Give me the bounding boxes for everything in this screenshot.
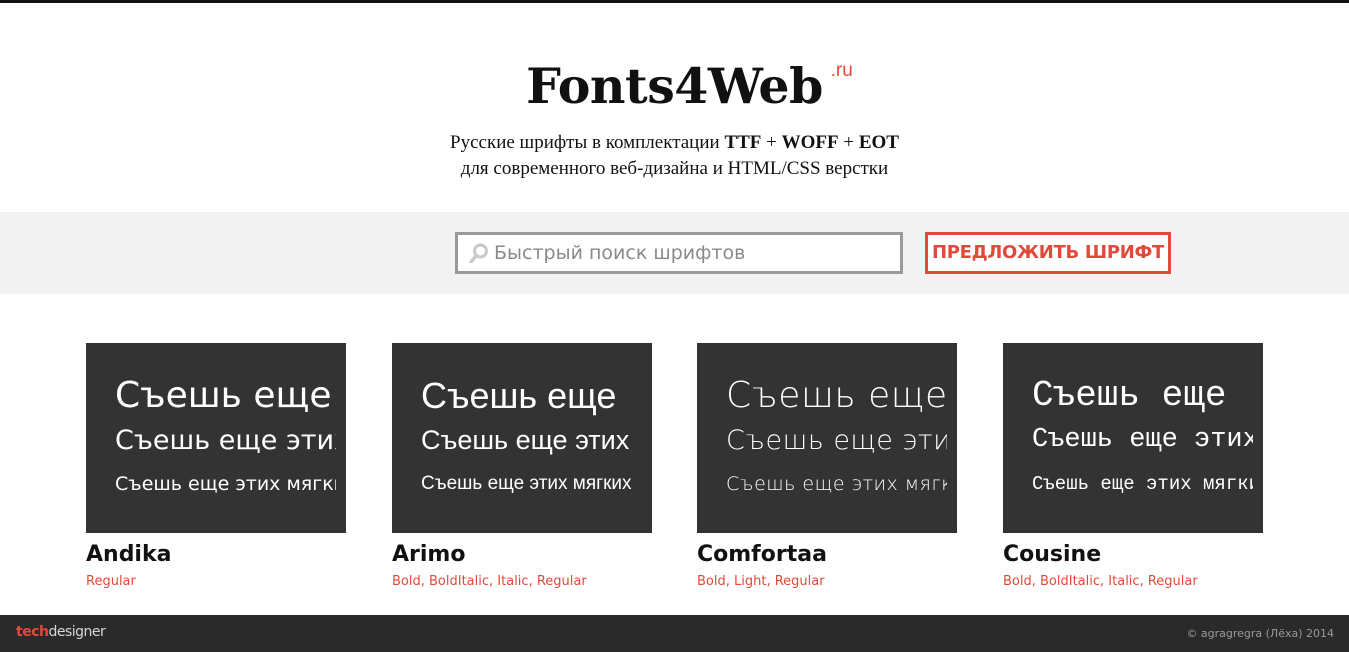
style-link[interactable]: Bold <box>697 574 726 589</box>
footer: techdesigner © agragregra (Лёха) 2014 <box>0 615 1349 652</box>
footer-logo-designer: designer <box>48 624 106 640</box>
preview-line-small: Съешь еще этих мягких <box>421 473 632 494</box>
search-icon <box>469 243 488 263</box>
preview-line-large: Съешь еще <box>726 375 947 416</box>
preview-line-medium: Съешь еще этих <box>115 425 336 456</box>
style-link[interactable]: Italic <box>1108 574 1139 589</box>
style-link[interactable]: Italic <box>497 574 528 589</box>
footer-logo-tech: tech <box>16 624 49 640</box>
plus-sign: + <box>766 132 777 153</box>
format-woff: WOFF <box>781 132 839 153</box>
suggest-font-button[interactable]: ПРЕДЛОЖИТЬ ШРИФТ <box>925 232 1171 274</box>
font-name-link[interactable]: Arimo <box>392 542 652 568</box>
font-preview[interactable]: Съешь еще Съешь еще этих Съешь еще этих … <box>1003 343 1263 533</box>
page: Fonts4Web .ru Русские шрифты в комплекта… <box>0 0 1349 652</box>
search-band: ПРЕДЛОЖИТЬ ШРИФТ <box>0 212 1349 294</box>
font-card-andika: Съешь еще Съешь еще этих Съешь еще этих … <box>86 343 346 589</box>
font-preview[interactable]: Съешь еще Съешь еще этих Съешь еще этих … <box>86 343 346 533</box>
font-styles: Bold, BoldItalic, Italic, Regular <box>1003 574 1198 589</box>
format-ttf: TTF <box>724 132 762 153</box>
tagline-line-1: Русские шрифты в комплектации TTF + WOFF… <box>0 130 1349 156</box>
font-card-cousine: Съешь еще Съешь еще этих Съешь еще этих … <box>1003 343 1263 589</box>
font-styles: Regular <box>86 574 346 589</box>
logo-text: Fonts4Web <box>526 57 823 115</box>
font-styles: Bold, Light, Regular <box>697 574 825 589</box>
style-link[interactable]: Regular <box>537 574 587 589</box>
preview-line-medium: Съешь еще этих <box>421 425 630 455</box>
search-box[interactable] <box>455 232 903 274</box>
preview-line-medium: Съешь еще этих <box>1032 425 1253 455</box>
style-link[interactable]: Bold <box>392 574 421 589</box>
font-preview[interactable]: Съешь еще Съешь еще этих Съешь еще этих … <box>392 343 652 533</box>
style-link[interactable]: Regular <box>86 574 136 589</box>
style-link[interactable]: Regular <box>775 574 825 589</box>
preview-line-small: Съешь еще этих мягких <box>115 473 336 495</box>
copyright: © agragregra (Лёха) 2014 <box>1186 627 1334 640</box>
plus-sign: + <box>843 132 855 153</box>
font-preview[interactable]: Съешь еще Съешь еще этих Съешь еще этих … <box>697 343 957 533</box>
font-styles: Bold, BoldItalic, Italic, Regular <box>392 574 587 589</box>
preview-line-large: Съешь еще <box>421 375 617 416</box>
tagline-line-2: для современного веб-дизайна и HTML/CSS … <box>460 158 889 179</box>
preview-line-large: Съешь еще <box>1032 375 1227 416</box>
site-logo-container: Fonts4Web .ru <box>0 58 1349 114</box>
preview-line-small: Съешь еще этих мягких <box>1032 473 1253 495</box>
preview-line-large: Съешь еще <box>115 375 332 416</box>
preview-line-small: Съешь еще этих мягких <box>726 473 947 495</box>
top-rule <box>0 0 1349 3</box>
logo-domain-suffix: .ru <box>830 60 853 81</box>
tagline-prefix: Русские шрифты в комплектации <box>450 132 720 153</box>
style-link[interactable]: Light <box>734 574 766 589</box>
format-eot: EOT <box>858 132 899 153</box>
font-card-comfortaa: Съешь еще Съешь еще этих Съешь еще этих … <box>697 343 957 589</box>
style-link[interactable]: Bold <box>1003 574 1032 589</box>
style-link[interactable]: BoldItalic <box>429 574 489 589</box>
font-name-link[interactable]: Cousine <box>1003 542 1263 568</box>
site-logo[interactable]: Fonts4Web .ru <box>526 57 853 115</box>
font-name-link[interactable]: Comfortaa <box>697 542 957 568</box>
font-name-link[interactable]: Andika <box>86 542 346 568</box>
style-link[interactable]: BoldItalic <box>1040 574 1100 589</box>
font-card-arimo: Съешь еще Съешь еще этих Съешь еще этих … <box>392 343 652 589</box>
tagline: Русские шрифты в комплектации TTF + WOFF… <box>0 130 1349 182</box>
style-link[interactable]: Regular <box>1148 574 1198 589</box>
search-input[interactable] <box>494 235 894 271</box>
preview-line-medium: Съешь еще этих <box>726 425 947 456</box>
techdesigner-logo[interactable]: techdesigner <box>16 624 106 640</box>
